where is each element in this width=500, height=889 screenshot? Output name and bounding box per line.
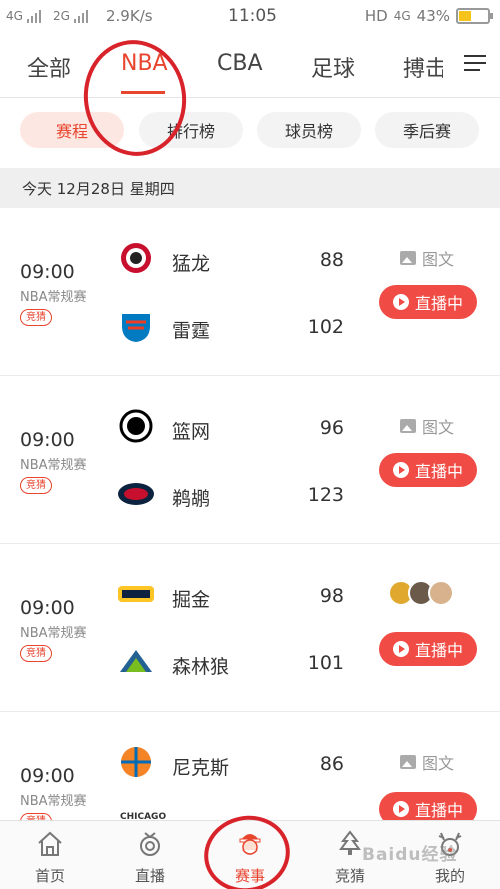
image-icon <box>400 251 416 265</box>
pelicans-logo <box>118 483 154 505</box>
status-bar: 4G 2G 2.9K/s 11:05 HD 4G 43% <box>0 0 500 34</box>
signal-icon <box>26 9 41 23</box>
team-score: 86 <box>319 753 344 775</box>
play-icon <box>392 641 409 657</box>
network-speed: 2.9K/s <box>106 7 153 25</box>
timberwolves-logo <box>120 650 152 672</box>
bet-badge[interactable]: 竞猜 <box>20 309 52 326</box>
tab-football[interactable]: 足球 <box>311 51 355 83</box>
tab-all[interactable]: 全部 <box>27 51 71 83</box>
team-name: 掘金 <box>172 589 211 611</box>
live-label: 直播中 <box>414 462 463 481</box>
team-score: 102 <box>307 316 344 338</box>
game-time: 09:00 <box>20 765 75 787</box>
signal-icon <box>73 9 88 23</box>
team-name: 森林狼 <box>172 656 230 678</box>
play-icon <box>392 462 409 478</box>
image-icon <box>400 419 416 433</box>
clock: 11:05 <box>228 6 277 26</box>
team-score: 123 <box>307 484 344 506</box>
signal-group: 4G 2G <box>6 9 96 23</box>
menu-icon[interactable] <box>464 55 486 73</box>
team-score: 96 <box>319 417 344 439</box>
status-right: HD 4G 43% <box>364 7 493 25</box>
live-label: 直播中 <box>414 294 463 313</box>
team-name: 猛龙 <box>172 253 211 275</box>
team-name: 篮网 <box>172 421 211 443</box>
graphic-text-label: 图文 <box>422 250 455 269</box>
nav-label: 我的 <box>434 867 465 885</box>
live-button[interactable]: 直播中 <box>379 453 477 487</box>
live-button[interactable]: 直播中 <box>379 285 477 319</box>
battery-percent: 43% <box>416 7 450 25</box>
game-card[interactable]: 09:00 NBA常规赛 竞猜 尼克斯 86 CHICAGO 图文 直播中 <box>0 712 500 820</box>
live-button[interactable]: 直播中 <box>379 792 477 820</box>
nav-label: 直播 <box>134 867 165 885</box>
subtab-player-rank[interactable]: 球员榜 <box>257 112 361 148</box>
game-card[interactable]: 09:00 NBA常规赛 竞猜 猛龙 88 雷霆 102 图文 直播中 <box>0 208 500 376</box>
raptors-logo <box>121 243 151 273</box>
team-name: 尼克斯 <box>172 757 230 779</box>
live-icon <box>140 832 160 856</box>
tree-icon <box>339 830 361 855</box>
network-label: 4G <box>393 9 411 23</box>
bulls-logo: CHICAGO <box>120 812 167 820</box>
battery-level <box>459 11 472 21</box>
bet-badge[interactable]: 竞猜 <box>20 645 52 662</box>
live-label: 直播中 <box>414 801 463 820</box>
network-label: 4G <box>6 9 23 23</box>
game-time: 09:00 <box>20 429 75 451</box>
team-name: 雷霆 <box>172 320 211 342</box>
guest-avatars[interactable] <box>388 580 454 606</box>
graphic-text-label: 图文 <box>422 418 455 437</box>
battery-icon <box>456 8 493 24</box>
hd-label: HD <box>364 7 388 25</box>
team-score: 88 <box>319 249 344 271</box>
graphic-text-link[interactable]: 图文 <box>400 414 454 438</box>
nav-label: 竞猜 <box>334 867 365 885</box>
image-icon <box>400 755 416 769</box>
watermark: Baidu经验 <box>362 845 458 865</box>
game-card[interactable]: 09:00 NBA常规赛 竞猜 篮网 96 鹈鹕 123 图文 直播中 <box>0 376 500 544</box>
game-league: NBA常规赛 <box>20 290 87 305</box>
knicks-logo <box>121 747 151 777</box>
live-button[interactable]: 直播中 <box>379 632 477 666</box>
team-score: 98 <box>319 585 344 607</box>
bet-badge[interactable]: 竞猜 <box>20 813 52 820</box>
game-time: 09:00 <box>20 597 75 619</box>
play-icon <box>392 801 409 817</box>
tab-combat[interactable]: 搏击 <box>403 51 443 83</box>
subtab-playoffs[interactable]: 季后赛 <box>375 112 479 148</box>
avatar <box>428 580 454 606</box>
nav-label: 首页 <box>34 867 65 885</box>
network-label: 2G <box>52 9 70 23</box>
team-score: 101 <box>307 652 344 674</box>
thunder-logo <box>122 314 150 342</box>
bet-badge[interactable]: 竞猜 <box>20 477 52 494</box>
graphic-text-link[interactable]: 图文 <box>400 246 454 270</box>
game-league: NBA常规赛 <box>20 458 87 473</box>
home-icon <box>38 831 62 856</box>
nav-home[interactable]: 首页 <box>0 821 100 889</box>
sub-tabs: 赛程 排行榜 球员榜 季后赛 <box>0 98 500 168</box>
game-league: NBA常规赛 <box>20 626 87 641</box>
live-label: 直播中 <box>414 641 463 660</box>
play-icon <box>392 294 409 310</box>
nets-logo <box>119 409 153 443</box>
game-list: 09:00 NBA常规赛 竞猜 猛龙 88 雷霆 102 图文 直播中 09:0… <box>0 208 500 820</box>
game-time: 09:00 <box>20 261 75 283</box>
graphic-text-label: 图文 <box>422 754 455 773</box>
nuggets-logo <box>118 586 154 602</box>
league-tabs: 全部 NBA CBA 足球 搏击 <box>0 34 500 98</box>
tab-cba[interactable]: CBA <box>217 51 263 76</box>
date-header: 今天 12月28日 星期四 <box>0 168 500 208</box>
graphic-text-link[interactable]: 图文 <box>400 750 454 774</box>
team-name: 鹈鹕 <box>172 488 211 510</box>
game-card[interactable]: 09:00 NBA常规赛 竞猜 掘金 98 森林狼 101 直播中 <box>0 544 500 712</box>
nav-live[interactable]: 直播 <box>100 821 200 889</box>
game-league: NBA常规赛 <box>20 794 87 809</box>
